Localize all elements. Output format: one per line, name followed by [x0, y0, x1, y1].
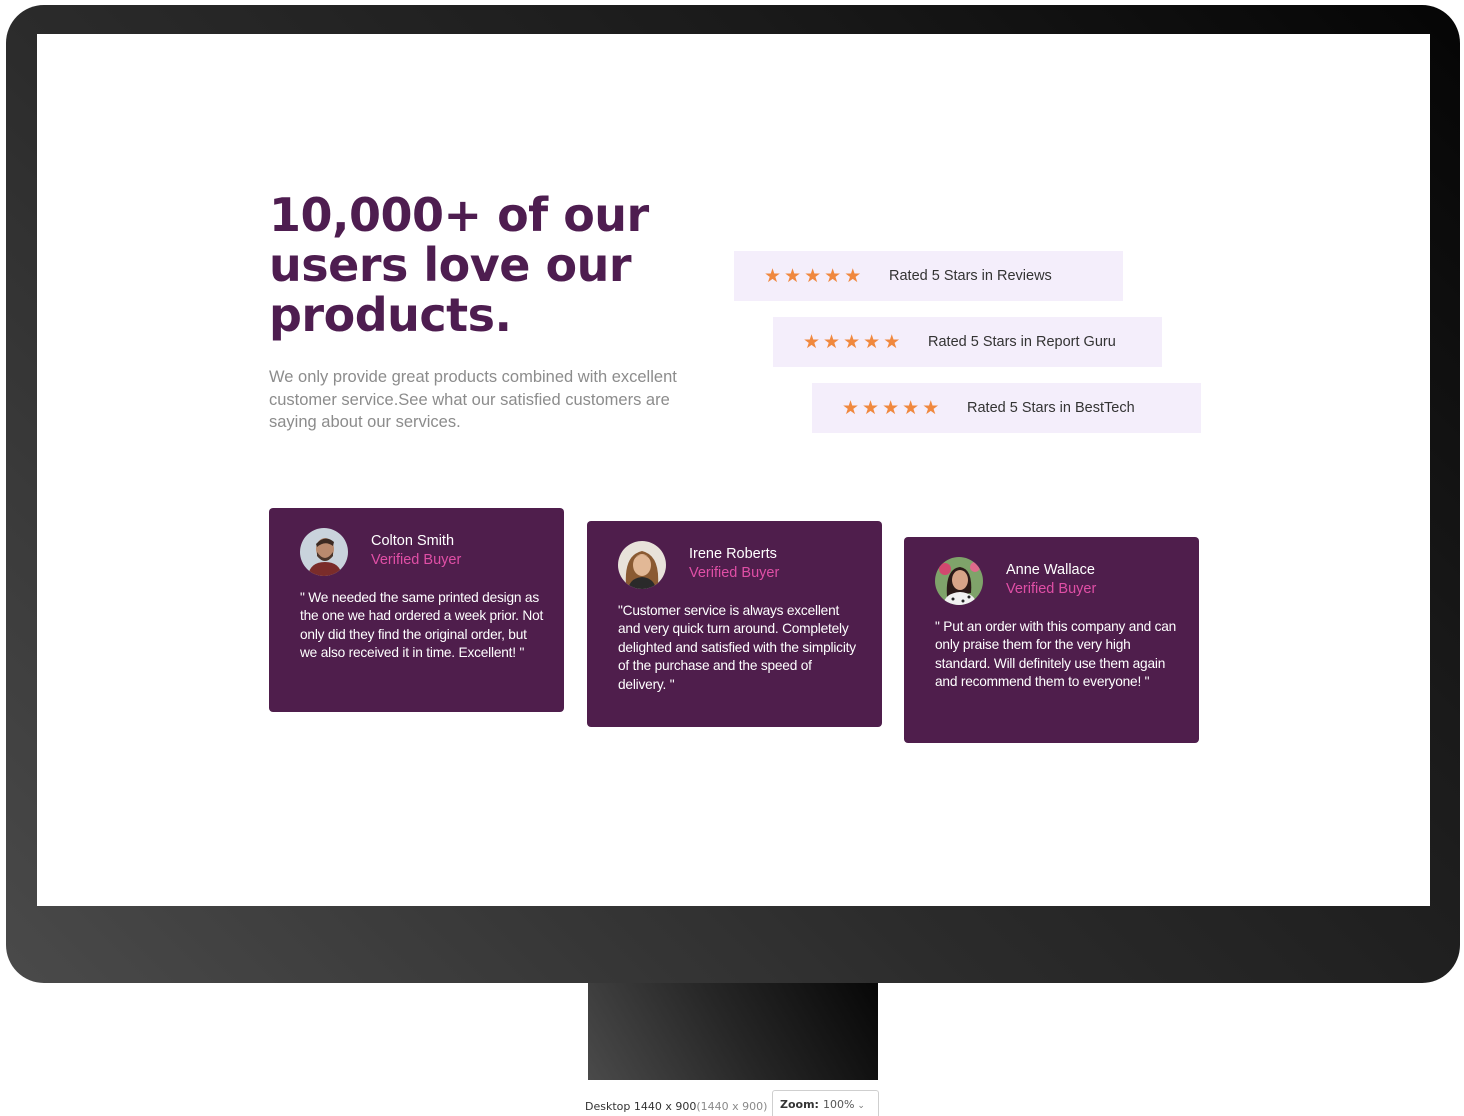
star-icon: ★	[922, 397, 940, 419]
star-icon: ★	[804, 265, 822, 287]
reviewer-role: Verified Buyer	[1006, 581, 1097, 597]
zoom-value: 100%	[822, 1098, 855, 1111]
hero-title: 10,000+ of our users love our products.	[269, 188, 649, 342]
monitor-frame: 10,000+ of our users love our products. …	[6, 5, 1460, 983]
star-icon: ★	[882, 397, 900, 419]
testimonial-quote: " We needed the same printed design as t…	[300, 590, 544, 661]
reviewer-role: Verified Buyer	[689, 565, 780, 581]
star-icon: ★	[784, 265, 802, 287]
avatar	[300, 528, 348, 576]
star-icon: ★	[842, 397, 860, 419]
testimonial-card: Anne Wallace Verified Buyer " Put an ord…	[904, 537, 1199, 743]
zoom-label: Zoom:	[780, 1098, 819, 1111]
hero-subtitle: We only provide great products combined …	[269, 368, 677, 431]
testimonial-card: Colton Smith Verified Buyer " We needed …	[269, 508, 564, 712]
device-name: Desktop 1440 x 900	[585, 1100, 697, 1113]
star-icon: ★	[883, 331, 901, 353]
device-dimensions: (1440 x 900)	[696, 1100, 768, 1113]
star-icon: ★	[863, 331, 881, 353]
avatar	[935, 557, 983, 605]
chevron-down-icon: ⌄	[857, 1101, 865, 1111]
avatar	[618, 541, 666, 589]
device-screen: 10,000+ of our users love our products. …	[37, 34, 1430, 906]
star-icon: ★	[803, 331, 821, 353]
rating-badge-besttech: ★ ★ ★ ★ ★ Rated 5 Stars in BestTech	[812, 383, 1201, 433]
device-toolbar: Desktop 1440 x 900(1440 x 900) Zoom: 100%…	[0, 1086, 1464, 1116]
testimonial-quote: "Customer service is always excellent an…	[618, 603, 856, 692]
testimonial-card: Irene Roberts Verified Buyer "Customer s…	[587, 521, 882, 727]
star-icon: ★	[902, 397, 920, 419]
star-rating: ★ ★ ★ ★ ★	[842, 399, 967, 418]
reviewer-name: Irene Roberts	[689, 546, 777, 562]
star-rating: ★ ★ ★ ★ ★	[803, 333, 928, 352]
reviewer-name: Anne Wallace	[1006, 562, 1095, 578]
rating-label: Rated 5 Stars in Report Guru	[928, 334, 1116, 350]
star-icon: ★	[843, 331, 861, 353]
rating-label: Rated 5 Stars in BestTech	[967, 400, 1135, 416]
rating-badge-report-guru: ★ ★ ★ ★ ★ Rated 5 Stars in Report Guru	[773, 317, 1162, 367]
star-icon: ★	[824, 265, 842, 287]
star-icon: ★	[844, 265, 862, 287]
rating-label: Rated 5 Stars in Reviews	[889, 268, 1052, 284]
zoom-select[interactable]: Zoom: 100% ⌄	[772, 1090, 879, 1116]
star-icon: ★	[764, 265, 782, 287]
reviewer-role: Verified Buyer	[371, 552, 462, 568]
star-icon: ★	[823, 331, 841, 353]
star-icon: ★	[862, 397, 880, 419]
testimonial-quote: " Put an order with this company and can…	[935, 619, 1177, 690]
device-size-label: Desktop 1440 x 900(1440 x 900)	[585, 1100, 767, 1113]
reviewer-name: Colton Smith	[371, 533, 455, 549]
rating-badge-reviews: ★ ★ ★ ★ ★ Rated 5 Stars in Reviews	[734, 251, 1123, 301]
monitor-stand	[588, 983, 878, 1080]
star-rating: ★ ★ ★ ★ ★	[764, 267, 889, 286]
